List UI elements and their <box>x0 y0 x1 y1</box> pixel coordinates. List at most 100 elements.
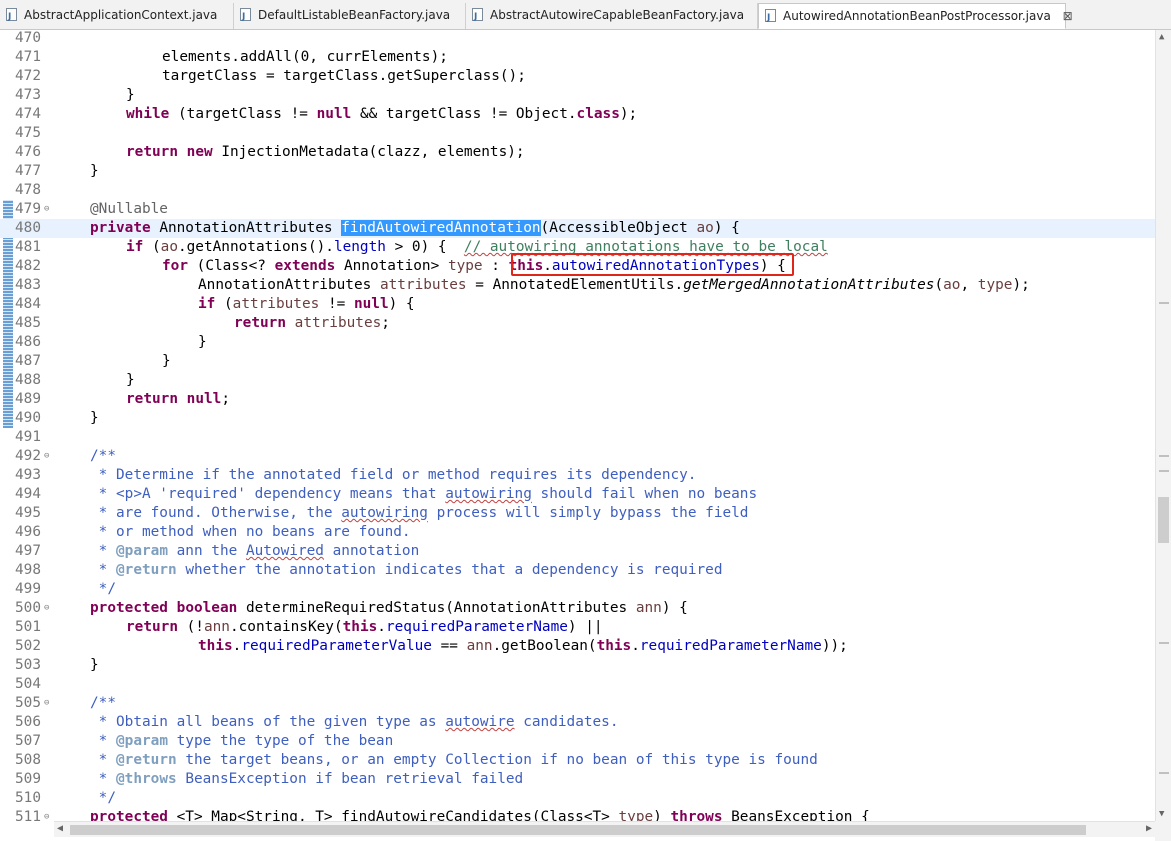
code-token: ) { <box>661 600 688 616</box>
code-text[interactable]: } <box>126 371 135 390</box>
tab-abstract-application-context[interactable]: AbstractApplicationContext.java <box>0 3 234 29</box>
tab-abstract-autowire-capable-bean-factory[interactable]: AbstractAutowireCapableBeanFactory.java <box>466 3 758 29</box>
close-tab-icon[interactable]: ⊠ <box>1063 4 1073 28</box>
vertical-scroll-thumb[interactable] <box>1158 497 1169 543</box>
code-token: (targetClass != <box>169 106 317 122</box>
fold-toggle-icon[interactable]: ⊖ <box>44 694 49 713</box>
scroll-down-icon[interactable]: ▼ <box>1159 809 1164 819</box>
code-text[interactable]: * @throws BeansException if bean retriev… <box>90 770 524 789</box>
scroll-right-icon[interactable]: ▶ <box>1146 823 1152 834</box>
code-token: protected <box>90 809 168 821</box>
code-text[interactable]: AnnotationAttributes attributes = Annota… <box>198 276 1030 295</box>
line-number: 483 <box>15 277 41 293</box>
code-text[interactable]: } <box>198 333 207 352</box>
code-text[interactable]: /** <box>90 447 116 466</box>
code-text[interactable]: protected boolean determineRequiredStatu… <box>90 599 688 618</box>
code-token: <T> Map<String, T> findAutowireCandidate… <box>167 809 619 821</box>
code-text[interactable]: * @return the target beans, or an empty … <box>90 751 818 770</box>
horizontal-scrollbar[interactable]: ◀ ▶ <box>54 821 1155 837</box>
horizontal-scroll-thumb[interactable] <box>70 825 1086 835</box>
code-text[interactable]: return (!ann.containsKey(this.requiredPa… <box>126 618 603 637</box>
scroll-up-icon[interactable]: ▲ <box>1159 32 1164 42</box>
code-text[interactable]: } <box>162 352 171 371</box>
fold-toggle-icon[interactable]: ⊖ <box>44 447 49 466</box>
code-line: 491 <box>0 428 1155 447</box>
code-text[interactable]: return new InjectionMetadata(clazz, elem… <box>126 143 525 162</box>
code-token: != <box>319 296 354 312</box>
code-token: null <box>316 106 352 122</box>
line-number: 474 <box>15 106 41 122</box>
code-token: * Determine if the annotated field or me… <box>90 467 697 483</box>
code-text[interactable]: * or method when no beans are found. <box>90 523 411 542</box>
code-text[interactable]: } <box>90 409 99 428</box>
vertical-scrollbar[interactable]: ▲ ▼ <box>1155 30 1171 821</box>
code-line: 472 targetClass = targetClass.getSupercla… <box>0 67 1155 86</box>
code-text[interactable]: * @param ann the Autowired annotation <box>90 542 420 561</box>
code-token: > 0) { <box>385 239 464 255</box>
code-token: ); <box>619 106 638 122</box>
code-text[interactable]: return attributes; <box>234 314 390 333</box>
code-line: 502 this. requiredParameterValue == ann.ge… <box>0 637 1155 656</box>
line-number: 484 <box>15 296 41 312</box>
line-number: 481 <box>15 239 41 255</box>
code-token: } <box>126 87 135 103</box>
tab-label: AutowiredAnnotationBeanPostProcessor.jav… <box>783 9 1051 23</box>
code-line: 488} <box>0 371 1155 390</box>
code-text[interactable]: */ <box>90 580 116 599</box>
code-token: this <box>596 638 632 654</box>
tab-label: AbstractAutowireCapableBeanFactory.java <box>490 8 745 22</box>
code-text[interactable]: @Nullable <box>90 200 168 219</box>
code-token: . <box>631 638 640 654</box>
code-token: annotation <box>323 543 420 559</box>
code-token: } <box>90 163 99 179</box>
code-token: /** <box>90 448 116 464</box>
code-text[interactable]: /** <box>90 694 116 713</box>
code-text[interactable]: * Obtain all beans of the given type as … <box>90 713 619 732</box>
tab-label: DefaultListableBeanFactory.java <box>258 8 451 22</box>
tab-default-listable-bean-factory[interactable]: DefaultListableBeanFactory.java <box>234 3 466 29</box>
code-text[interactable]: private AnnotationAttributes findAutowir… <box>90 219 740 238</box>
code-token: @param <box>116 543 168 559</box>
code-text[interactable]: return null; <box>126 390 230 409</box>
code-text[interactable]: if (attributes != null) { <box>198 295 415 314</box>
code-editor[interactable]: 470 471 elements.addAll(0, currElements); 4… <box>0 30 1155 821</box>
code-text[interactable]: targetClass = targetClass.getSuperclass(… <box>162 67 526 86</box>
code-token: null <box>186 391 222 407</box>
code-text[interactable]: * are found. Otherwise, the autowiring p… <box>90 504 749 523</box>
scroll-left-icon[interactable]: ◀ <box>57 823 63 834</box>
code-text[interactable]: * <p>A 'required' dependency means that … <box>90 485 757 504</box>
code-token: protected <box>90 600 168 616</box>
code-text[interactable]: * @param type the type of the bean <box>90 732 394 751</box>
line-number: 501 <box>15 619 41 635</box>
code-line: 505 ⊖/** <box>0 694 1155 713</box>
code-text[interactable]: */ <box>90 789 116 808</box>
code-token: } <box>198 334 207 350</box>
code-text[interactable]: * @return whether the annotation indicat… <box>90 561 723 580</box>
code-text[interactable]: } <box>90 656 99 675</box>
code-token: BeansException if bean retrieval failed <box>176 771 524 787</box>
code-text[interactable]: this. requiredParameterValue == ann.getBo… <box>198 637 848 656</box>
code-line: 490} <box>0 409 1155 428</box>
code-text[interactable]: elements.addAll(0, currElements); <box>162 48 448 67</box>
code-token: type <box>447 258 483 274</box>
fold-toggle-icon[interactable]: ⊖ <box>44 808 49 821</box>
code-token: ; <box>221 391 230 407</box>
code-token: (Class<? <box>188 258 275 274</box>
fold-toggle-icon[interactable]: ⊖ <box>44 599 49 618</box>
code-text[interactable]: * Determine if the annotated field or me… <box>90 466 697 485</box>
fold-toggle-icon[interactable]: ⊖ <box>44 200 49 219</box>
line-number: 486 <box>15 334 41 350</box>
code-text[interactable]: protected <T> Map<String, T> findAutowir… <box>90 808 870 821</box>
code-token: ao <box>943 277 961 293</box>
code-text[interactable]: while (targetClass != null && targetClas… <box>126 105 637 124</box>
code-text[interactable]: } <box>90 162 99 181</box>
line-number: 478 <box>15 182 41 198</box>
code-token: if <box>198 296 216 312</box>
code-token: requiredParameterName <box>385 619 568 635</box>
code-text[interactable]: } <box>126 86 135 105</box>
code-line: 499 */ <box>0 580 1155 599</box>
tab-autowired-annotation-bean-post-processor[interactable]: AutowiredAnnotationBeanPostProcessor.jav… <box>758 3 1073 30</box>
line-number: 503 <box>15 657 41 673</box>
